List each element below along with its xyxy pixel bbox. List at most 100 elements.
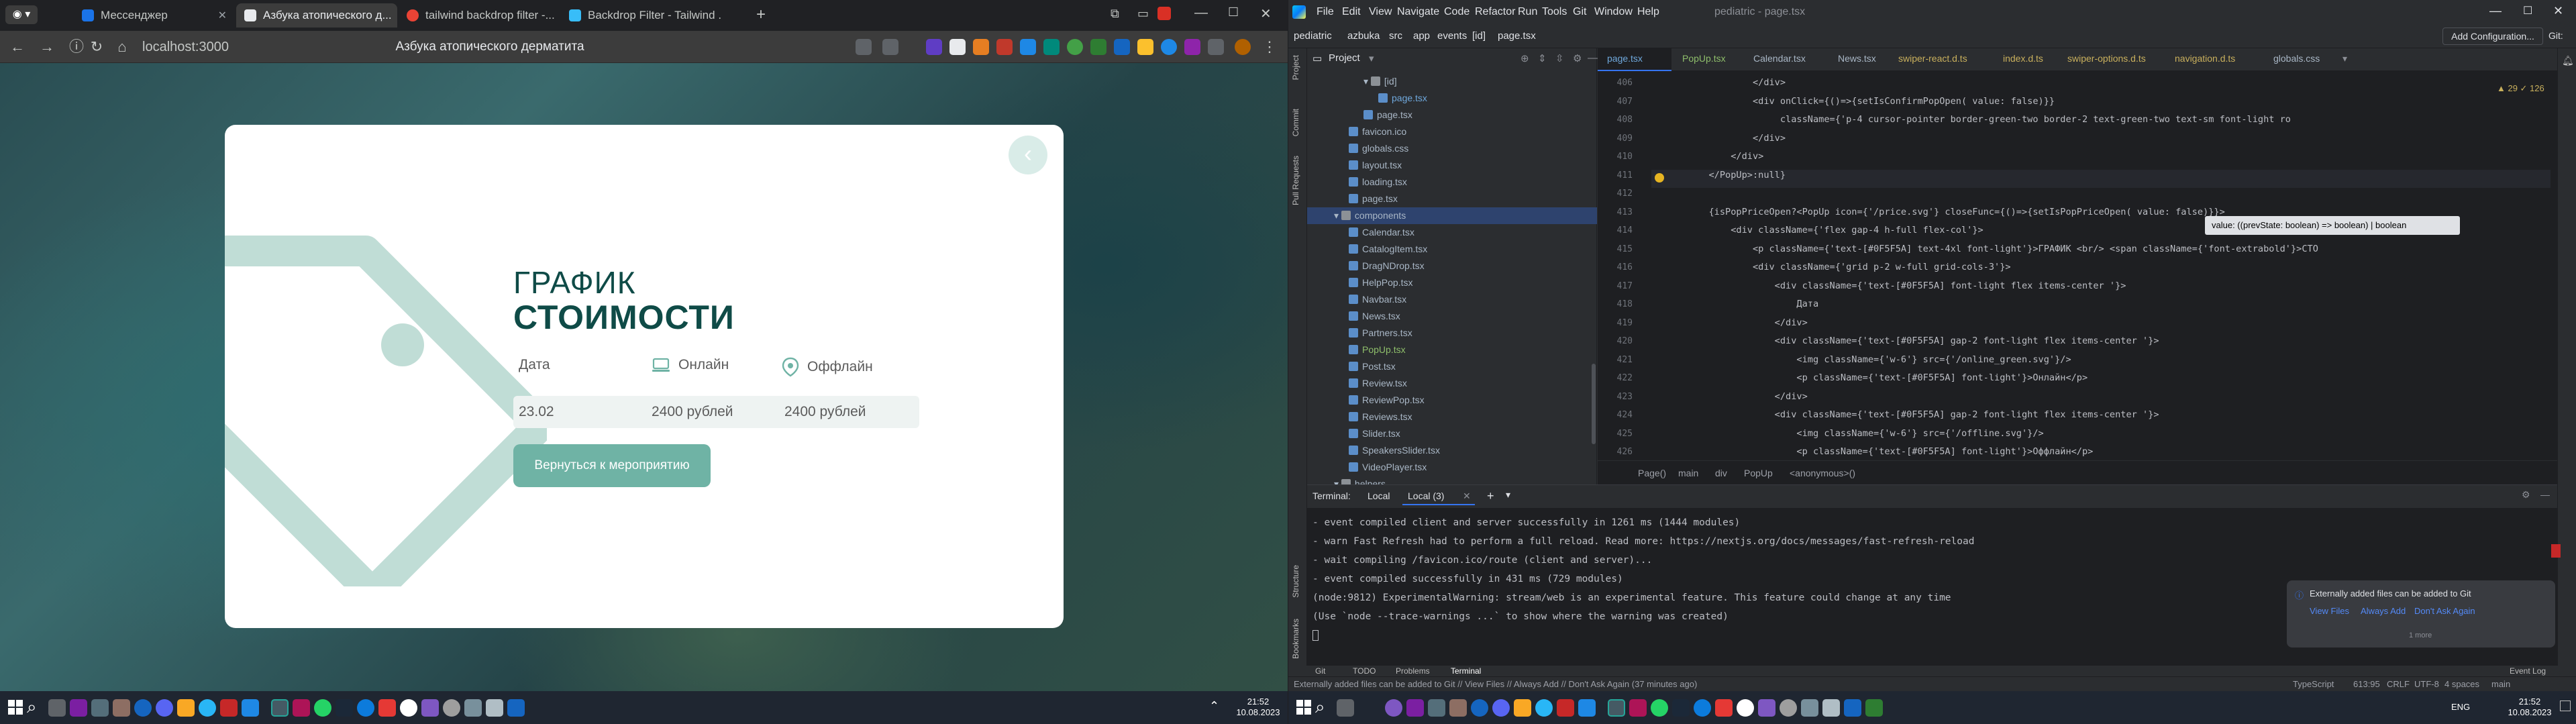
crumb-folder[interactable]: src — [1389, 30, 1402, 42]
todo-tool-tab[interactable]: TODO — [1353, 666, 1376, 676]
menu-file[interactable]: File — [1317, 6, 1334, 18]
crumb-folder[interactable]: events — [1437, 30, 1467, 42]
chevron-down-icon[interactable]: ▾ — [1334, 210, 1341, 221]
share-icon[interactable] — [856, 39, 872, 55]
browser-menu-icon[interactable]: ⋮ — [1260, 38, 1279, 56]
status-position[interactable]: 613:95 — [2353, 679, 2380, 689]
code-line[interactable]: <div className={'text-[#0F5F5A] gap-2 fo… — [1665, 335, 2159, 346]
editor-tab[interactable]: globals.css — [2273, 53, 2320, 64]
status-line-ending[interactable]: CRLF — [2387, 679, 2410, 689]
menu-run[interactable]: Run — [1518, 6, 1537, 18]
tray-icon[interactable]: ⌃ — [1209, 699, 1219, 713]
edge-icon[interactable] — [1694, 699, 1711, 717]
tree-file[interactable]: HelpPop.tsx — [1349, 274, 1412, 291]
chevron-down-icon[interactable]: ▾ — [2342, 53, 2347, 64]
close-window-icon[interactable]: ✕ — [2553, 4, 2563, 18]
maximize-icon[interactable]: ☐ — [1228, 5, 1239, 19]
tree-file[interactable]: Partners.tsx — [1349, 325, 1412, 342]
notifications-icon[interactable]: 🔔︎ — [2562, 55, 2574, 66]
app-icon[interactable] — [113, 699, 130, 717]
edge-icon[interactable] — [357, 699, 374, 717]
close-window-icon[interactable]: ✕ — [1260, 5, 1272, 22]
locate-icon[interactable]: ⊕ — [1521, 52, 1529, 64]
editor-tab[interactable]: News.tsx — [1838, 53, 1876, 64]
extension-icon[interactable] — [1161, 39, 1177, 55]
extension-icon[interactable] — [1090, 39, 1106, 55]
project-label[interactable]: Project — [1329, 52, 1360, 64]
extension-icon[interactable] — [1137, 39, 1153, 55]
code-line[interactable]: <p className={'text-[#0F5F5A] font-light… — [1665, 372, 2088, 383]
app-icon[interactable] — [1801, 699, 1818, 717]
tree-file[interactable]: Navbar.tsx — [1349, 291, 1406, 308]
discord-icon[interactable] — [156, 699, 173, 717]
back-icon[interactable]: ← — [8, 38, 27, 56]
editor-tab[interactable]: Calendar.tsx — [1753, 53, 1806, 64]
app-icon[interactable] — [1715, 699, 1733, 717]
vscode-icon[interactable] — [1578, 699, 1596, 717]
app-icon[interactable] — [1449, 699, 1467, 717]
notification-icon[interactable] — [1157, 7, 1171, 20]
word-icon[interactable] — [507, 699, 525, 717]
app-icon[interactable] — [293, 699, 310, 717]
project-tool-label[interactable]: Project — [1291, 55, 1300, 80]
settings-icon[interactable] — [1780, 699, 1797, 717]
chevron-down-icon[interactable]: ▾ — [1363, 76, 1371, 87]
dont-ask-again-link[interactable]: Don't Ask Again — [2414, 606, 2475, 616]
file-explorer-icon[interactable] — [1514, 699, 1531, 717]
problems-tool-tab[interactable]: Problems — [1396, 666, 1430, 676]
home-icon[interactable]: ⌂ — [113, 38, 132, 56]
yandex-icon[interactable] — [400, 699, 417, 717]
tree-file[interactable]: favicon.ico — [1349, 123, 1406, 140]
bookmarks-tool-label[interactable]: Bookmarks — [1291, 619, 1300, 659]
page-backdrop[interactable]: ‹ ГРАФИК СТОИМОСТИ Дата Онлайн Оффлайн 2… — [0, 63, 1288, 691]
app-icon[interactable] — [421, 699, 439, 717]
editor-tab[interactable]: index.d.ts — [2003, 53, 2043, 64]
tree-folder[interactable]: ▾ components — [1307, 207, 1597, 224]
status-indent[interactable]: 4 spaces — [2444, 679, 2479, 689]
collapse-all-icon[interactable]: ⇕ — [1538, 52, 1547, 64]
code-line[interactable]: <p className={'text-[#0F5F5A] font-light… — [1665, 446, 2093, 457]
telegram-icon[interactable] — [199, 699, 216, 717]
status-message[interactable]: Externally added files can be added to G… — [1294, 679, 1697, 689]
add-configuration-button[interactable]: Add Configuration... — [2442, 28, 2543, 45]
app-icon[interactable] — [486, 699, 503, 717]
always-add-link[interactable]: Always Add — [2361, 606, 2406, 616]
tree-file[interactable]: Post.tsx — [1349, 358, 1396, 375]
close-popup-button[interactable]: ‹ — [1009, 136, 1047, 174]
taskbar-clock[interactable]: 21:52 10.08.2023 — [1235, 696, 1282, 718]
code-line[interactable]: Дата — [1665, 299, 1818, 309]
app-icon[interactable] — [1629, 699, 1647, 717]
editor-tab[interactable]: swiper-react.d.ts — [1898, 53, 1967, 64]
menu-refactor[interactable]: Refactor — [1475, 6, 1515, 18]
status-encoding[interactable]: UTF-8 — [2414, 679, 2439, 689]
close-tab-icon[interactable]: ✕ — [218, 9, 227, 22]
app-icon[interactable] — [1406, 699, 1424, 717]
tree-file[interactable]: page.tsx — [1378, 90, 1427, 107]
editor-crumb[interactable]: main — [1678, 468, 1698, 478]
tree-file[interactable]: Slider.tsx — [1349, 425, 1400, 442]
extension-icon[interactable] — [926, 39, 942, 55]
discord-icon[interactable] — [1492, 699, 1510, 717]
code-line[interactable]: <img className={'w-6'} src={'/offline.sv… — [1665, 428, 2043, 439]
tree-file[interactable]: Reviews.tsx — [1349, 409, 1412, 425]
telegram-icon[interactable] — [1535, 699, 1553, 717]
problems-indicator[interactable]: ▲ 29 ✓ 126 — [2497, 83, 2544, 94]
menu-git[interactable]: Git — [1573, 6, 1586, 18]
tree-file[interactable]: page.tsx — [1363, 107, 1412, 123]
editor-crumb[interactable]: div — [1715, 468, 1727, 478]
search-icon[interactable]: ⌕ — [1315, 696, 1325, 718]
vscode-icon[interactable] — [242, 699, 259, 717]
extension-icon[interactable] — [949, 39, 966, 55]
filezilla-icon[interactable] — [220, 699, 238, 717]
tree-folder[interactable]: ▾ [id] — [1363, 73, 1397, 90]
yandex-icon[interactable] — [1737, 699, 1754, 717]
tree-file[interactable]: layout.tsx — [1349, 157, 1402, 174]
avatar[interactable] — [1235, 39, 1251, 55]
steam-icon[interactable] — [1672, 699, 1690, 717]
commit-tool-label[interactable]: Commit — [1291, 109, 1300, 136]
code-line[interactable]: <div className={'text-[#0F5F5A] gap-2 fo… — [1665, 409, 2159, 420]
extension-icon[interactable] — [973, 39, 989, 55]
code-line[interactable]: </div> — [1665, 391, 1808, 402]
steam-icon[interactable] — [336, 699, 353, 717]
pull-requests-tool-label[interactable]: Pull Requests — [1291, 156, 1300, 205]
